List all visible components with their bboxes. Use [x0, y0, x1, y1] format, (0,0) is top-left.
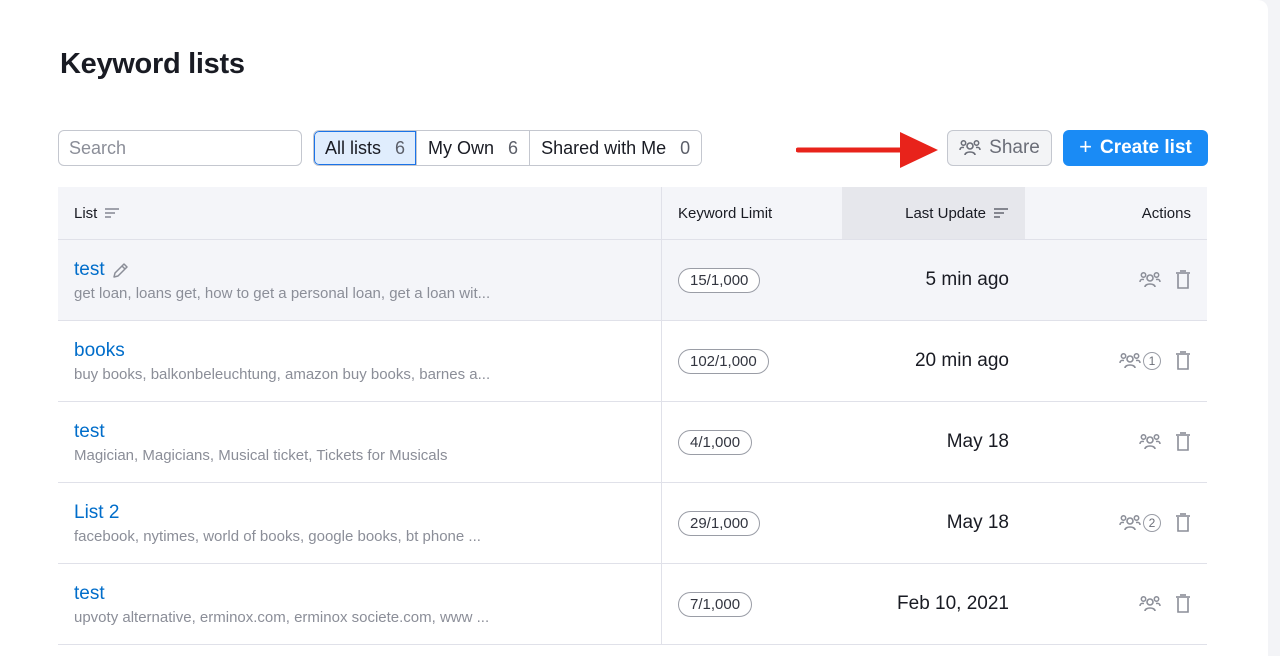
keyword-limit-badge: 7/1,000 — [678, 591, 753, 617]
list-cell: test get loan, loans get, how to get a p… — [58, 240, 661, 320]
last-update-cell: 5 min ago — [925, 269, 1009, 290]
trash-icon[interactable] — [1175, 513, 1191, 533]
tab-all-lists[interactable]: All lists 6 — [314, 131, 417, 165]
list-keywords-preview: buy books, balkonbeleuchtung, amazon buy… — [74, 365, 491, 383]
column-header-last-update[interactable]: Last Update — [842, 187, 1025, 239]
column-header-label: Actions — [1141, 204, 1191, 222]
last-update-cell: May 18 — [946, 512, 1009, 533]
search-box — [58, 130, 302, 166]
list-name-link[interactable]: List 2 — [74, 502, 119, 524]
tab-label: Shared with Me — [541, 137, 667, 158]
keyword-limit-badge: 29/1,000 — [678, 510, 761, 536]
list-name-wrap: test — [74, 583, 661, 605]
share-list-action[interactable] — [1139, 432, 1161, 452]
list-name-wrap: books — [74, 340, 661, 362]
actions-cell: 2 — [1025, 483, 1207, 563]
column-header-actions: Actions — [1025, 187, 1207, 239]
share-button[interactable]: Share — [947, 130, 1052, 166]
search-input[interactable] — [59, 131, 301, 165]
keyword-limit-cell: 4/1,000 — [661, 402, 842, 482]
list-keywords-preview: upvoty alternative, erminox.com, erminox… — [74, 608, 490, 626]
share-users-icon — [1139, 596, 1161, 612]
list-keywords-preview: Magician, Magicians, Musical ticket, Tic… — [74, 446, 448, 464]
list-name-wrap: test — [74, 421, 661, 443]
plus-icon: + — [1079, 134, 1092, 159]
create-list-button[interactable]: + Create list — [1063, 130, 1208, 166]
list-cell: List 2 facebook, nytimes, world of books… — [58, 483, 661, 563]
column-header-keyword-limit: Keyword Limit — [661, 187, 842, 239]
tab-label: My Own — [428, 137, 495, 158]
column-header-label: Last Update — [905, 204, 986, 222]
actions-cell — [1025, 240, 1207, 320]
keyword-limit-badge: 102/1,000 — [678, 348, 769, 374]
red-arrow-annotation — [796, 132, 938, 168]
trash-icon[interactable] — [1175, 594, 1191, 614]
tab-count: 6 — [395, 137, 406, 158]
list-name-link[interactable]: test — [74, 421, 105, 443]
list-cell: test Magician, Magicians, Musical ticket… — [58, 402, 661, 482]
list-filter-tabs: All lists 6 My Own 6 Shared with Me 0 — [313, 130, 703, 166]
table-row[interactable]: books buy books, balkonbeleuchtung, amaz… — [58, 321, 1207, 402]
tab-label: All lists — [325, 137, 382, 158]
keyword-limit-cell: 29/1,000 — [661, 483, 842, 563]
sort-icon — [994, 208, 1008, 218]
list-name-wrap: List 2 — [74, 502, 661, 524]
list-name-link[interactable]: test — [74, 259, 105, 281]
last-update-cell: Feb 10, 2021 — [897, 593, 1009, 614]
share-button-label: Share — [989, 137, 1040, 158]
share-users-icon — [1139, 272, 1161, 288]
table-header: List Keyword Limit Last Update Actions — [58, 187, 1207, 240]
actions-cell: 1 — [1025, 321, 1207, 401]
column-header-label: Keyword Limit — [678, 204, 773, 222]
shared-count-badge: 2 — [1143, 514, 1161, 532]
table-row[interactable]: List 2 facebook, nytimes, world of books… — [58, 483, 1207, 564]
share-users-icon — [1139, 434, 1161, 450]
create-list-label: Create list — [1099, 137, 1192, 158]
actions-cell — [1025, 402, 1207, 482]
page-title: Keyword lists — [60, 48, 245, 80]
table-row[interactable]: test upvoty alternative, erminox.com, er… — [58, 564, 1207, 645]
list-name-wrap: test — [74, 259, 661, 281]
list-cell: test upvoty alternative, erminox.com, er… — [58, 564, 661, 644]
list-name-link[interactable]: books — [74, 340, 125, 362]
list-keywords-preview: facebook, nytimes, world of books, googl… — [74, 527, 481, 545]
table-row[interactable]: test Magician, Magicians, Musical ticket… — [58, 402, 1207, 483]
table-row[interactable]: test get loan, loans get, how to get a p… — [58, 240, 1207, 321]
share-list-action[interactable] — [1139, 594, 1161, 614]
sort-icon — [105, 208, 120, 218]
list-keywords-preview: get loan, loans get, how to get a person… — [74, 284, 491, 302]
column-header-list[interactable]: List — [58, 187, 661, 239]
tab-count: 0 — [680, 137, 691, 158]
keyword-lists-card: Keyword lists All lists 6 My Own 6 Share… — [0, 0, 1268, 656]
last-update-cell: May 18 — [946, 431, 1009, 452]
share-list-action[interactable] — [1139, 270, 1161, 290]
keyword-limit-cell: 7/1,000 — [661, 564, 842, 644]
share-users-icon — [1119, 353, 1141, 369]
share-list-action[interactable]: 1 — [1119, 351, 1161, 371]
actions-cell — [1025, 564, 1207, 644]
trash-icon[interactable] — [1175, 351, 1191, 371]
tab-my-own[interactable]: My Own 6 — [416, 131, 530, 165]
share-users-icon — [959, 140, 981, 156]
keyword-lists-table: List Keyword Limit Last Update Actions t… — [58, 187, 1207, 645]
last-update-cell: 20 min ago — [914, 350, 1009, 371]
keyword-limit-cell: 15/1,000 — [661, 240, 842, 320]
shared-count-badge: 1 — [1143, 352, 1161, 370]
share-list-action[interactable]: 2 — [1119, 513, 1161, 533]
tab-count: 6 — [508, 137, 519, 158]
keyword-limit-badge: 4/1,000 — [678, 429, 753, 455]
list-cell: books buy books, balkonbeleuchtung, amaz… — [58, 321, 661, 401]
tab-shared-with-me[interactable]: Shared with Me 0 — [529, 131, 702, 165]
keyword-limit-badge: 15/1,000 — [678, 267, 761, 293]
column-header-label: List — [74, 204, 98, 222]
keyword-limit-cell: 102/1,000 — [661, 321, 842, 401]
share-users-icon — [1119, 515, 1141, 531]
trash-icon[interactable] — [1175, 270, 1191, 290]
trash-icon[interactable] — [1175, 432, 1191, 452]
pencil-edit-icon[interactable] — [111, 260, 131, 280]
list-name-link[interactable]: test — [74, 583, 105, 605]
